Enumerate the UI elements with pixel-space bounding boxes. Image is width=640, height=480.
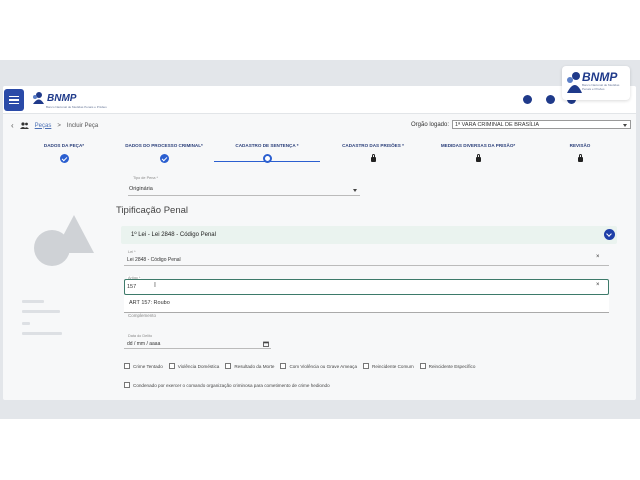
step-label: MEDIDAS DIVERSAS DA PRISÃO* <box>440 143 516 148</box>
checkbox-box[interactable] <box>280 363 287 369</box>
calendar-icon[interactable] <box>263 341 269 347</box>
clear-icon[interactable]: × <box>596 254 600 260</box>
complemento-placeholder: Complemento <box>128 313 157 318</box>
check-icon <box>159 154 169 163</box>
artigo-input[interactable] <box>124 279 609 295</box>
app-header: BNMP Banco Nacional de Medidas Penais e … <box>3 86 636 114</box>
tipo-pena-value: Originária <box>129 186 153 192</box>
stepper: DADOS DA PEÇA* DADOS DO PROCESSO CRIMINA… <box>3 143 636 169</box>
lock-icon <box>577 154 583 162</box>
chevron-down-icon[interactable] <box>604 229 615 240</box>
artigo-value: 157 <box>127 284 137 290</box>
org-selector: Orgão logado: 1ª VARA CRIMINAL DE BRASÍL… <box>411 120 632 129</box>
bottom-letterbox <box>0 419 640 480</box>
step-dados-peca[interactable]: DADOS DA PEÇA* <box>41 143 87 163</box>
step-label: CADASTRO DAS PRISÕES * <box>342 143 404 148</box>
people-icon <box>19 122 29 129</box>
checkbox-label: Violência Doméstica <box>177 363 220 369</box>
checkbox-row: Crime Tentado Violência Doméstica Result… <box>124 363 481 369</box>
date-placeholder: dd / mm / aaaa <box>127 341 161 347</box>
tipo-pena-label: Tipo de Pena * <box>133 176 158 180</box>
breadcrumb-link-pecas[interactable]: Peças <box>35 123 52 129</box>
person-logo-icon <box>567 72 582 93</box>
person-logo-icon <box>33 92 44 104</box>
checkbox-resultado-morte[interactable]: Resultado da Morte <box>225 363 274 369</box>
bnmp-watermark-logo: BNMP Banco Nacional de Medidas Penais e … <box>562 66 630 100</box>
top-letterbox <box>0 0 640 60</box>
checkbox-reincidente-especifico[interactable]: Reincidente Específico <box>419 363 476 369</box>
app-window: BNMP Banco Nacional de Medidas Penais e … <box>3 86 636 400</box>
checkbox-label: Condenado por exercer o comando organiza… <box>133 382 330 388</box>
accessibility-icon[interactable] <box>546 95 555 104</box>
section-title: Tipificação Penal <box>116 205 188 216</box>
logo-text: BNMP <box>47 92 77 104</box>
tipo-pena-select[interactable] <box>128 183 360 196</box>
checkbox-reincidente-comum[interactable]: Reincidente Comum <box>363 363 414 369</box>
checkbox-box[interactable] <box>124 363 130 369</box>
step-label: DADOS DA PEÇA* <box>43 143 85 148</box>
step-cadastro-prisoes[interactable]: CADASTRO DAS PRISÕES * <box>340 143 406 162</box>
step-medidas-diversas[interactable]: MEDIDAS DIVERSAS DA PRISÃO* <box>438 143 518 162</box>
checkbox-label: Reincidente Comum <box>372 363 414 369</box>
checkbox-box[interactable] <box>124 382 130 388</box>
complemento-input[interactable] <box>124 303 609 313</box>
accordion-title: 1º Lei - Lei 2848 - Código Penal <box>131 232 216 238</box>
checkbox-label: Crime Tentado <box>133 363 163 369</box>
checkbox-box[interactable] <box>419 363 426 369</box>
lei-value: Lei 2848 - Código Penal <box>127 257 181 263</box>
breadcrumb-separator: > <box>57 122 61 129</box>
org-select[interactable]: 1ª VARA CRIMINAL DE BRASÍLIA <box>452 120 632 129</box>
step-label: DADOS DO PROCESSO CRIMINAL* <box>125 143 203 148</box>
clear-icon[interactable]: × <box>596 282 600 288</box>
image-placeholder-icon <box>34 215 94 266</box>
current-step-icon <box>262 154 272 163</box>
checkbox-box[interactable] <box>168 363 175 369</box>
checkbox-violencia-grave-ameaca[interactable]: Com Violência ou Grave Ameaça <box>280 363 357 369</box>
logo-subtitle: Banco Nacional de Medidas Penais e Prisõ… <box>582 83 620 91</box>
bnmp-logo[interactable]: BNMP Banco Nacional de Medidas Penais e … <box>31 91 107 109</box>
step-cadastro-sentenca[interactable]: CADASTRO DE SENTENÇA * <box>234 143 300 163</box>
checkbox-crime-tentado[interactable]: Crime Tentado <box>124 363 163 369</box>
step-label: CADASTRO DE SENTENÇA * <box>235 143 299 148</box>
chevron-down-icon[interactable] <box>353 189 357 192</box>
back-arrow-icon[interactable]: ‹ <box>11 121 14 130</box>
logo-subtitle: Banco Nacional de Medidas Penais e Prisõ… <box>46 105 107 109</box>
checkbox-violencia-domestica[interactable]: Violência Doméstica <box>168 363 220 369</box>
step-revisao[interactable]: REVISÃO <box>565 143 595 162</box>
breadcrumb: ‹ Peças > Incluir Peça <box>11 121 98 130</box>
text-cursor: I <box>154 282 156 289</box>
lei-field[interactable] <box>124 253 609 266</box>
step-label: REVISÃO <box>569 143 591 148</box>
accordion-lei[interactable]: 1º Lei - Lei 2848 - Código Penal <box>121 226 617 244</box>
checkbox-label: Com Violência ou Grave Ameaça <box>289 363 358 369</box>
checkbox-label: Resultado da Morte <box>234 363 275 369</box>
check-icon <box>59 154 69 163</box>
checkbox-label: Reincidente Específico <box>428 363 476 369</box>
logo-text: BNMP <box>582 70 618 84</box>
lock-icon <box>370 154 376 162</box>
info-icon[interactable] <box>523 95 532 104</box>
checkbox-box[interactable] <box>225 363 232 369</box>
lock-icon <box>475 154 481 162</box>
checkbox-box[interactable] <box>363 363 370 369</box>
step-dados-processo[interactable]: DADOS DO PROCESSO CRIMINAL* <box>124 143 204 163</box>
checkbox-organizacao-criminosa[interactable]: Condenado por exercer o comando organiza… <box>124 382 330 388</box>
breadcrumb-current: Incluir Peça <box>66 122 99 129</box>
org-label: Orgão logado: <box>411 121 450 128</box>
hamburger-menu-icon[interactable] <box>4 89 24 111</box>
checkbox-row-2: Condenado por exercer o comando organiza… <box>124 382 336 388</box>
